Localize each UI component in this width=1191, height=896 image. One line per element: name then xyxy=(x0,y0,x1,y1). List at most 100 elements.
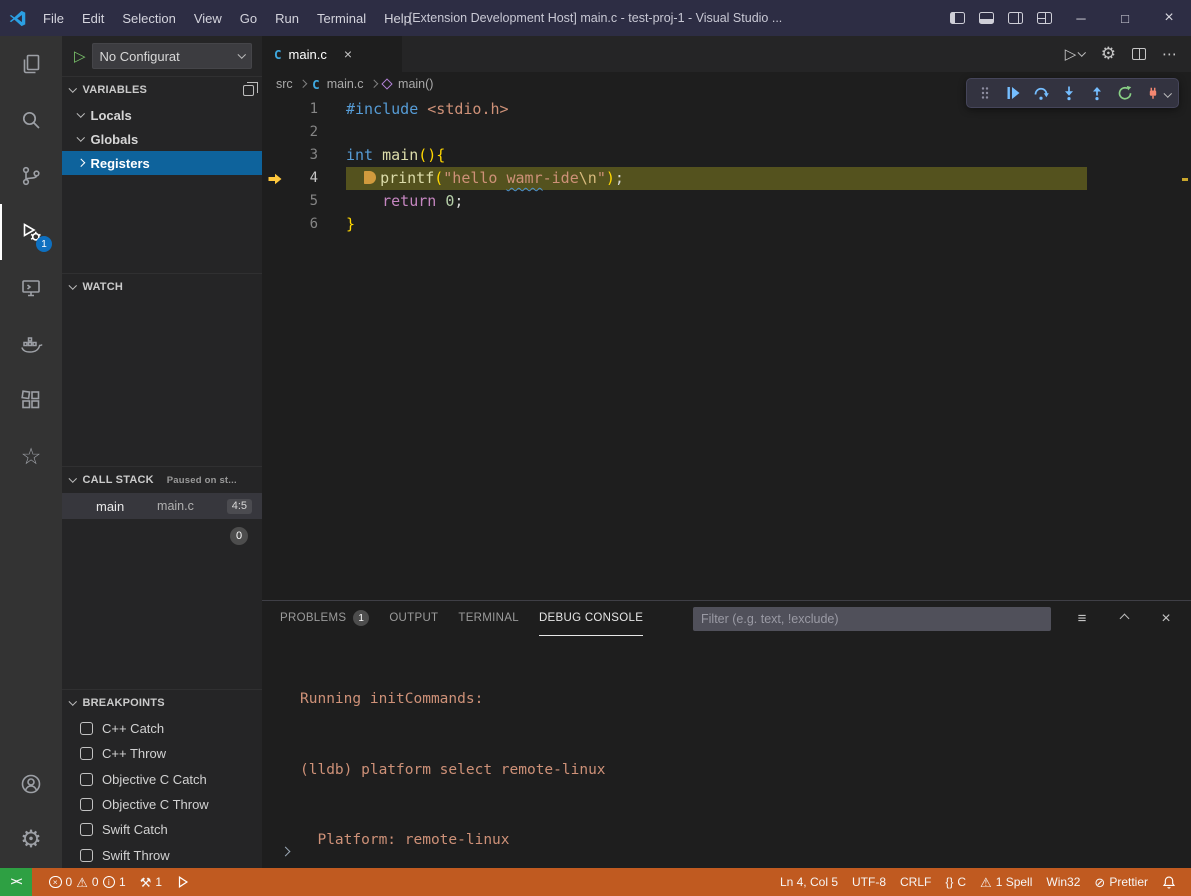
debug-console-output: Running initCommands: (lldb) platform se… xyxy=(262,636,1191,868)
tab-terminal[interactable]: TERMINAL xyxy=(458,601,519,636)
toolbar-drag-handle[interactable] xyxy=(973,81,998,106)
panel-layout-icon[interactable] xyxy=(243,85,254,96)
code-area[interactable]: 1 #include <stdio.h> 2 3 int main(){ xyxy=(262,96,1191,600)
close-window-button[interactable]: × xyxy=(1147,0,1191,36)
gutter-line-2[interactable]: 2 xyxy=(262,121,346,144)
disconnect-button[interactable] xyxy=(1141,81,1166,106)
menu-edit[interactable]: Edit xyxy=(73,6,113,30)
gutter-line-1[interactable]: 1 xyxy=(262,98,346,121)
more-actions-button[interactable]: ⋯ xyxy=(1162,45,1177,63)
variables-header[interactable]: VARIABLES xyxy=(62,77,262,103)
activity-explorer[interactable] xyxy=(0,36,62,92)
checkbox[interactable] xyxy=(80,747,93,760)
call-stack-header[interactable]: CALL STACK Paused on st... xyxy=(62,467,262,493)
activity-extensions[interactable] xyxy=(0,372,62,428)
activity-account[interactable] xyxy=(0,756,62,812)
scope-registers[interactable]: Registers xyxy=(62,151,262,175)
eol-status[interactable]: CRLF xyxy=(893,868,938,896)
activity-settings[interactable]: ⚙ xyxy=(0,812,62,868)
console-input-prompt[interactable] xyxy=(282,843,289,858)
tab-output[interactable]: OUTPUT xyxy=(389,601,438,636)
language-mode[interactable]: {} C xyxy=(938,868,973,896)
breakpoint-item[interactable]: C++ Catch xyxy=(62,716,262,741)
split-editor-icon xyxy=(1132,48,1146,60)
customize-layout-icon[interactable] xyxy=(1037,12,1052,24)
breakpoint-item[interactable]: Objective C Catch xyxy=(62,767,262,792)
activity-docker[interactable] xyxy=(0,316,62,372)
tab-bar: C main.c × ▷ ⚙ ⋯ xyxy=(262,36,1191,72)
tools-status[interactable]: ⚒ 1 xyxy=(133,868,169,896)
breadcrumb-folder[interactable]: src xyxy=(276,77,293,91)
step-into-button[interactable] xyxy=(1057,81,1082,106)
breakpoint-item[interactable]: C++ Throw xyxy=(62,741,262,766)
menu-selection[interactable]: Selection xyxy=(113,6,184,30)
start-debug-icon[interactable]: ▷ xyxy=(74,47,86,65)
cursor-position[interactable]: Ln 4, Col 5 xyxy=(773,868,845,896)
continue-button[interactable] xyxy=(1001,81,1026,106)
debug-session-dropdown[interactable] xyxy=(1165,86,1173,101)
panel-menu-icon[interactable]: ≡ xyxy=(1071,610,1093,627)
gutter-line-6[interactable]: 6 xyxy=(262,213,346,236)
platform-status[interactable]: Win32 xyxy=(1039,868,1087,896)
problems-status[interactable]: × 0 ⚠ 0 i 1 xyxy=(42,868,133,896)
breadcrumb-symbol[interactable]: main() xyxy=(398,77,433,91)
close-tab-icon[interactable]: × xyxy=(344,46,352,62)
scope-globals[interactable]: Globals xyxy=(62,127,262,151)
menu-view[interactable]: View xyxy=(185,6,231,30)
step-out-button[interactable] xyxy=(1085,81,1110,106)
watch-header[interactable]: WATCH xyxy=(62,274,262,300)
breakpoint-label: Swift Catch xyxy=(102,822,168,837)
breadcrumb-file[interactable]: main.c xyxy=(327,77,364,91)
breakpoints-header[interactable]: BREAKPOINTS xyxy=(62,690,262,716)
debug-status[interactable] xyxy=(169,868,197,896)
tab-problems[interactable]: PROBLEMS 1 xyxy=(280,601,369,636)
inline-breakpoint-icon[interactable] xyxy=(364,171,376,184)
minimize-button[interactable]: ─ xyxy=(1059,0,1103,36)
maximize-button[interactable]: □ xyxy=(1103,0,1147,36)
close-panel-icon[interactable]: × xyxy=(1155,610,1177,628)
settings-gear-button[interactable]: ⚙ xyxy=(1101,44,1116,64)
checkbox[interactable] xyxy=(80,798,93,811)
current-line-arrow-icon xyxy=(267,171,283,187)
token: <stdio.h> xyxy=(427,100,508,118)
notifications-bell[interactable] xyxy=(1155,868,1183,896)
play-icon: ▷ xyxy=(1065,45,1077,63)
toggle-secondary-sidebar-icon[interactable] xyxy=(1008,12,1023,24)
activity-run-debug[interactable]: 1 xyxy=(0,204,62,260)
formatter-status[interactable]: ⊘ Prettier xyxy=(1087,868,1155,896)
checkbox[interactable] xyxy=(80,773,93,786)
toggle-panel-icon[interactable] xyxy=(979,12,994,24)
activity-source-control[interactable] xyxy=(0,148,62,204)
menu-file[interactable]: File xyxy=(34,6,73,30)
gutter-line-4[interactable]: 4 xyxy=(262,167,346,190)
menu-terminal[interactable]: Terminal xyxy=(308,6,375,30)
checkbox[interactable] xyxy=(80,849,93,862)
checkbox[interactable] xyxy=(80,722,93,735)
debug-config-dropdown[interactable]: No Configurat xyxy=(92,43,252,69)
activity-search[interactable] xyxy=(0,92,62,148)
split-editor-button[interactable] xyxy=(1132,48,1146,60)
spell-status[interactable]: ⚠ 1 Spell xyxy=(973,868,1039,896)
console-filter-input[interactable] xyxy=(693,607,1051,631)
encoding-status[interactable]: UTF-8 xyxy=(845,868,893,896)
menu-run[interactable]: Run xyxy=(266,6,308,30)
maximize-panel-icon[interactable] xyxy=(1113,615,1135,622)
breakpoint-item[interactable]: Swift Catch xyxy=(62,817,262,842)
gutter-line-3[interactable]: 3 xyxy=(262,144,346,167)
toggle-sidebar-icon[interactable] xyxy=(950,12,965,24)
stack-frame-row[interactable]: main main.c 4:5 xyxy=(62,493,262,519)
activity-remote-explorer[interactable] xyxy=(0,260,62,316)
remote-indicator[interactable]: >< xyxy=(0,868,32,896)
breakpoint-item[interactable]: Objective C Throw xyxy=(62,792,262,817)
breakpoint-item[interactable]: Swift Throw xyxy=(62,843,262,868)
tab-debug-console[interactable]: DEBUG CONSOLE xyxy=(539,601,643,636)
run-file-button[interactable]: ▷ xyxy=(1065,45,1085,63)
checkbox[interactable] xyxy=(80,823,93,836)
menu-go[interactable]: Go xyxy=(231,6,266,30)
activity-favorites[interactable]: ☆ xyxy=(0,428,62,484)
tab-main-c[interactable]: C main.c × xyxy=(262,36,402,72)
step-over-button[interactable] xyxy=(1029,81,1054,106)
restart-button[interactable] xyxy=(1113,81,1138,106)
gutter-line-5[interactable]: 5 xyxy=(262,190,346,213)
scope-locals[interactable]: Locals xyxy=(62,103,262,127)
